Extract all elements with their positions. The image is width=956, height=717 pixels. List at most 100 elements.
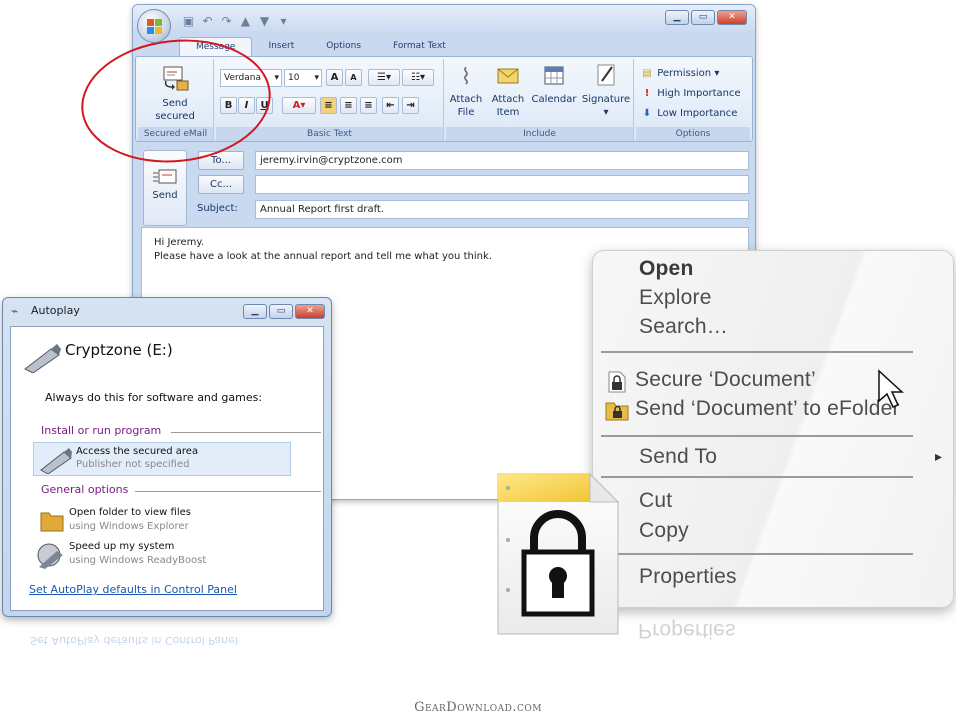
office-button[interactable]: [137, 9, 171, 43]
cc-field[interactable]: [255, 175, 749, 194]
access-secured-area-option[interactable]: Access the secured area Publisher not sp…: [33, 442, 291, 476]
font-size-select[interactable]: 10 ▾: [284, 69, 322, 87]
cc-button[interactable]: Cc...: [198, 175, 244, 194]
body-line-1: Hi Jeremy.: [154, 237, 205, 248]
grow-font-button[interactable]: A: [326, 69, 343, 86]
calendar-button[interactable]: Calendar: [530, 63, 578, 106]
attach-file-button[interactable]: ⌇ Attach File: [448, 63, 484, 119]
save-icon[interactable]: ▣: [181, 14, 196, 28]
permission-label: Permission: [657, 68, 712, 79]
context-menu: Open Explore Search… Secure ‘Document’ S…: [592, 250, 954, 608]
close-button[interactable]: ✕: [717, 10, 747, 25]
tab-options[interactable]: Options: [310, 37, 377, 57]
menu-separator: [601, 476, 913, 478]
menu-item-open[interactable]: Open: [639, 257, 693, 281]
menu-item-send-to[interactable]: Send To: [639, 445, 717, 469]
always-do-text: Always do this for software and games:: [45, 391, 263, 404]
section-install-run: Install or run program: [41, 424, 162, 437]
send-envelope-icon: [153, 169, 177, 184]
low-importance-button[interactable]: ⬇ Low Importance: [640, 105, 738, 122]
watermark: GearDownload.com: [414, 700, 542, 715]
autoplay-window: ⌁ Autoplay ▁ ▭ ✕ Cryptzone (E:) Always d…: [2, 297, 332, 617]
menu-separator: [601, 435, 913, 437]
align-right-button[interactable]: ≡: [360, 97, 377, 114]
autoplay-defaults-link[interactable]: Set AutoPlay defaults in Control Panel: [29, 583, 237, 596]
shrink-font-button[interactable]: A: [345, 69, 362, 86]
subject-label: Subject:: [197, 203, 238, 214]
properties-reflection: Properties: [638, 619, 736, 642]
usb-drive-icon: [24, 344, 61, 373]
font-size-value: 10: [288, 73, 300, 83]
speed-up-option[interactable]: Speed up my system using Windows ReadyBo…: [33, 539, 291, 571]
menu-separator: [601, 351, 913, 353]
maximize-button[interactable]: ▭: [691, 10, 715, 25]
menu-item-copy[interactable]: Copy: [639, 519, 689, 543]
attach-item-button[interactable]: Attach Item: [488, 63, 528, 119]
minimize-button[interactable]: ▁: [243, 304, 267, 319]
close-button[interactable]: ✕: [295, 304, 325, 319]
numbering-button[interactable]: ☷▾: [402, 69, 434, 86]
menu-item-send-efolder[interactable]: Send ‘Document’ to eFolder: [635, 397, 900, 421]
redo-icon[interactable]: ↷: [219, 14, 234, 28]
autoplay-content: Cryptzone (E:) Always do this for softwa…: [10, 326, 324, 611]
access-secured-title: Access the secured area: [76, 446, 199, 457]
mouse-cursor-icon: [878, 369, 904, 408]
group-options: ▤ Permission ▾ ! High Importance ⬇ Low I…: [636, 59, 750, 141]
increase-indent-button[interactable]: ⇥: [402, 97, 419, 114]
high-importance-button[interactable]: ! High Importance: [640, 85, 741, 102]
attach-file-label-2: File: [457, 107, 475, 118]
down-arrow-icon: ⬇: [642, 108, 652, 119]
office-logo-icon: [147, 19, 163, 35]
menu-separator: [601, 553, 913, 555]
envelope-icon: [488, 63, 528, 93]
section-divider: [135, 491, 321, 492]
section-divider: [171, 432, 321, 433]
permission-button[interactable]: ▤ Permission ▾: [640, 65, 719, 82]
quick-access-toolbar: ▣ ↶ ↷ ▲ ▼ ▾: [181, 13, 291, 29]
attach-file-label-1: Attach: [449, 94, 483, 105]
exclamation-icon: !: [644, 88, 650, 99]
chevron-down-icon: ▾: [603, 107, 609, 118]
signature-button[interactable]: Signature ▾: [580, 63, 632, 119]
group-label-include: Include: [446, 127, 633, 141]
up-arrow-icon[interactable]: ▲: [238, 14, 253, 28]
permission-icon: ▤: [642, 68, 652, 79]
menu-item-properties[interactable]: Properties: [639, 565, 737, 589]
lock-document-icon: [607, 371, 627, 396]
access-secured-subtitle: Publisher not specified: [76, 459, 190, 470]
customize-toolbar-icon[interactable]: ▾: [276, 14, 291, 28]
menu-item-search[interactable]: Search…: [639, 315, 728, 339]
open-folder-subtitle: using Windows Explorer: [69, 521, 189, 532]
readyboost-icon: [37, 543, 63, 569]
bullets-button[interactable]: ☰▾: [368, 69, 400, 86]
menu-item-secure[interactable]: Secure ‘Document’: [635, 368, 816, 392]
to-field[interactable]: jeremy.irvin@cryptzone.com: [255, 151, 749, 170]
autoplay-link-reflection: Set AutoPlay defaults in Control Panel: [30, 634, 238, 647]
high-importance-label: High Importance: [657, 88, 741, 99]
font-color-button[interactable]: A▾: [282, 97, 316, 114]
autoplay-title: Autoplay: [31, 304, 80, 317]
menu-item-explore[interactable]: Explore: [639, 286, 712, 310]
window-controls: ▁ ▭ ✕: [665, 10, 747, 25]
speed-up-title: Speed up my system: [69, 541, 175, 552]
tab-format-text[interactable]: Format Text: [377, 37, 462, 57]
align-left-button[interactable]: ≡: [320, 97, 337, 114]
minimize-button[interactable]: ▁: [665, 10, 689, 25]
locked-document-icon: [494, 470, 624, 643]
align-center-button[interactable]: ≡: [340, 97, 357, 114]
open-folder-option[interactable]: Open folder to view files using Windows …: [33, 505, 291, 537]
paperclip-icon: ⌇: [460, 65, 472, 90]
group-include: ⌇ Attach File Attach Item Calendar Signa…: [446, 59, 634, 141]
tab-insert[interactable]: Insert: [252, 37, 310, 57]
speed-up-subtitle: using Windows ReadyBoost: [69, 555, 207, 566]
section-general-options: General options: [41, 483, 129, 496]
subject-field[interactable]: Annual Report first draft.: [255, 200, 749, 219]
decrease-indent-button[interactable]: ⇤: [382, 97, 399, 114]
down-arrow-icon[interactable]: ▼: [257, 14, 272, 28]
signature-pen-icon: [580, 63, 632, 93]
send-label: Send: [152, 190, 178, 201]
maximize-button[interactable]: ▭: [269, 304, 293, 319]
undo-icon[interactable]: ↶: [200, 14, 215, 28]
calendar-icon: [530, 63, 578, 93]
menu-item-cut[interactable]: Cut: [639, 489, 672, 513]
